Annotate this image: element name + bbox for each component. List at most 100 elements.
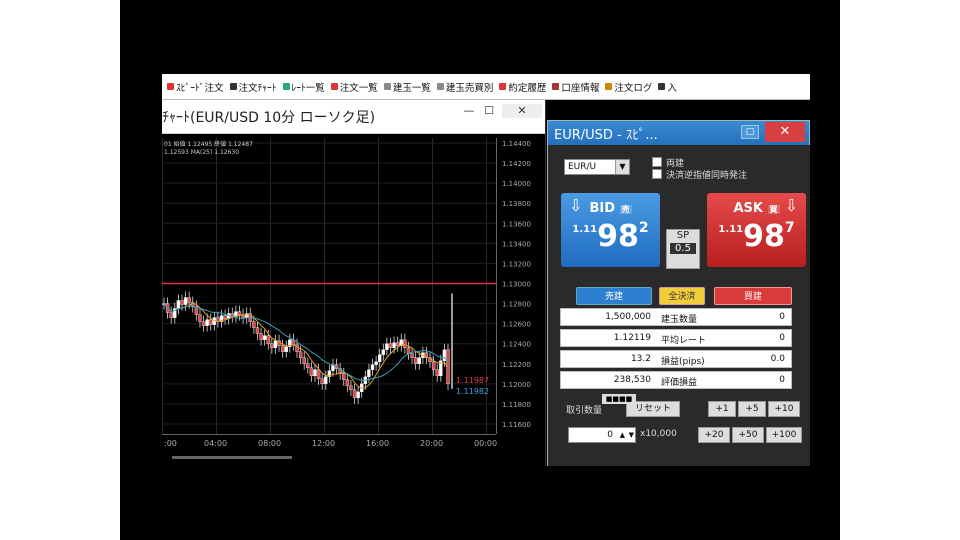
position-side-icon: [436, 83, 444, 90]
y-tick-label: 1.12600: [502, 321, 531, 329]
currency-pair-value: EUR/U: [568, 162, 597, 172]
menu-item-2[interactable]: ﾚｰﾄ一覧: [280, 74, 328, 99]
bid-price-pips: 98: [597, 219, 639, 254]
menu-item-0[interactable]: ｽﾋﾟｰﾄﾞ注文: [164, 74, 227, 99]
bid-sell-button[interactable]: ⇩ BID 売 1.11982: [561, 193, 660, 267]
ask-buy-button[interactable]: ⇩ ASK 買 1.11987: [707, 193, 806, 267]
ask-price-pips: 98: [743, 219, 785, 254]
trading-app-screen: ｽﾋﾟｰﾄﾞ注文 注文ﾁｬｰﾄ ﾚｰﾄ一覧 注文一覧 建玉一覧 建玉売買別 約定履歴 口座情報…: [162, 74, 810, 466]
order-panel-minimize-button[interactable]: □: [741, 125, 759, 139]
stop-order-label: 決済逆指値同時発注: [666, 171, 748, 181]
candle-body: [183, 297, 188, 305]
plus1-button[interactable]: +1: [708, 401, 736, 417]
candle-body: [413, 357, 418, 364]
candle-body: [201, 321, 206, 326]
plus5-button[interactable]: +5: [738, 401, 766, 417]
currency-pair-select[interactable]: EUR/U ▼: [564, 159, 630, 175]
menu-item-7[interactable]: 口座情報: [549, 74, 602, 99]
unrealized-pl-value: 238,530: [613, 375, 651, 385]
pips-label: 損益(pips): [661, 357, 705, 367]
candle-body: [180, 300, 184, 305]
quantity-area: 取引数量 リセット +1 +5 +10 0 ▲ ▼ x10,000 +20 +5…: [556, 395, 806, 465]
menu-item-label: 入: [667, 82, 677, 94]
taskbar-item[interactable]: ■■■■: [602, 394, 636, 404]
menu-item-label: 建玉一覧: [392, 82, 431, 94]
menu-item-label: ﾚｰﾄ一覧: [291, 82, 325, 94]
menu-item-9[interactable]: 入: [655, 74, 680, 99]
y-tick-label: 1.13800: [502, 200, 531, 208]
x-tick-label: 00:00: [474, 439, 497, 448]
candle-body: [237, 311, 242, 315]
chart-legend-line2: 1.12593 MA(25) 1.12630: [164, 149, 239, 156]
order-log-icon: [605, 83, 613, 90]
spread-box: SP 0.5: [666, 229, 700, 269]
info-row-pips: 13.2 損益(pips) 0.0: [560, 350, 792, 368]
candle-body: [392, 342, 396, 348]
plus20-button[interactable]: +20: [698, 427, 730, 443]
bid-price-fraction: 2: [638, 220, 649, 236]
spread-value: 0.5: [670, 243, 696, 254]
x-tick-label: 16:00: [366, 439, 389, 448]
plus100-button[interactable]: +100: [766, 427, 802, 443]
candle-body: [356, 391, 360, 399]
candle-body: [298, 351, 303, 358]
candle-body: [381, 349, 385, 355]
spin-down-icon[interactable]: ▼: [629, 428, 634, 442]
menu-item-label: 約定履歴: [508, 82, 547, 94]
stop-order-checkbox[interactable]: [652, 169, 662, 179]
plus50-button[interactable]: +50: [732, 427, 764, 443]
menu-item-6[interactable]: 約定履歴: [496, 74, 549, 99]
speed-order-panel: EUR/USD - ｽﾋﾟ... □ ✕ EUR/U ▼ 両建 決済逆指値同時発…: [547, 120, 810, 466]
buy-open-button[interactable]: 買建: [714, 287, 792, 305]
info-row-avg-rate: 1.12119 平均レート 0: [560, 329, 792, 347]
menu-item-5[interactable]: 建玉売買別: [434, 74, 497, 99]
menu-item-1[interactable]: 注文ﾁｬｰﾄ: [227, 74, 280, 99]
deposit-icon: [658, 83, 666, 90]
y-tick-label: 1.12000: [502, 381, 531, 389]
y-tick-label: 1.12800: [502, 301, 531, 309]
menu-item-3[interactable]: 注文一覧: [328, 74, 381, 99]
candlestick-chart[interactable]: :00 04:00 08:00 12:00 16:00 20:00 00:00 1.14400…: [162, 134, 546, 466]
ask-price-label: 1.11987: [456, 376, 489, 385]
rate-list-icon: [282, 83, 290, 90]
candle-body: [169, 312, 173, 318]
candle-body: [209, 319, 213, 325]
menu-item-8[interactable]: 注文ログ: [602, 74, 655, 99]
candle-body: [223, 315, 227, 319]
menu-item-4[interactable]: 建玉一覧: [381, 74, 434, 99]
execution-history-icon: [499, 83, 507, 90]
candle-body: [403, 339, 407, 348]
y-tick-label: 1.12400: [502, 341, 531, 349]
y-tick-label: 1.12200: [502, 361, 531, 369]
quantity-unit: x10,000: [640, 429, 677, 439]
chart-minimize-button[interactable]: —: [458, 104, 480, 118]
plus10-button[interactable]: +10: [768, 401, 800, 417]
chart-maximize-button[interactable]: ☐: [478, 104, 500, 118]
candle-body: [316, 369, 321, 380]
y-tick-label: 1.11600: [502, 421, 531, 429]
candle-body: [410, 353, 414, 358]
quantity-label: 取引数量: [566, 406, 603, 416]
order-panel-close-button[interactable]: ✕: [765, 122, 805, 142]
sell-open-button[interactable]: 売建: [576, 287, 652, 305]
spin-up-icon[interactable]: ▲: [620, 428, 625, 442]
y-tick-label: 1.13000: [502, 280, 531, 288]
order-panel-body: EUR/U ▼ 両建 決済逆指値同時発注 ⇩ BID 売 1.11982 SP …: [548, 145, 810, 466]
chart-close-button[interactable]: ✕: [502, 104, 542, 118]
avg-rate-value: 1.12119: [613, 333, 651, 343]
y-tick-label: 1.14400: [502, 140, 531, 148]
ask-price-fraction: 7: [784, 220, 795, 236]
position-qty-value: 1,500,000: [605, 312, 651, 322]
hedge-checkbox[interactable]: [652, 157, 662, 167]
settle-all-button[interactable]: 全決済: [659, 287, 705, 305]
candle-body: [280, 345, 285, 352]
ask-label: ASK: [733, 201, 763, 216]
x-tick-label: 20:00: [420, 439, 443, 448]
candle-body: [266, 335, 270, 344]
pips-value: 13.2: [630, 354, 651, 364]
quantity-stepper[interactable]: 0 ▲ ▼: [568, 427, 636, 443]
candle-body: [255, 327, 260, 334]
info-row-position-qty: 1,500,000 建玉数量 0: [560, 308, 792, 326]
chevron-down-icon: ▼: [615, 160, 629, 174]
candle-body: [262, 335, 267, 340]
